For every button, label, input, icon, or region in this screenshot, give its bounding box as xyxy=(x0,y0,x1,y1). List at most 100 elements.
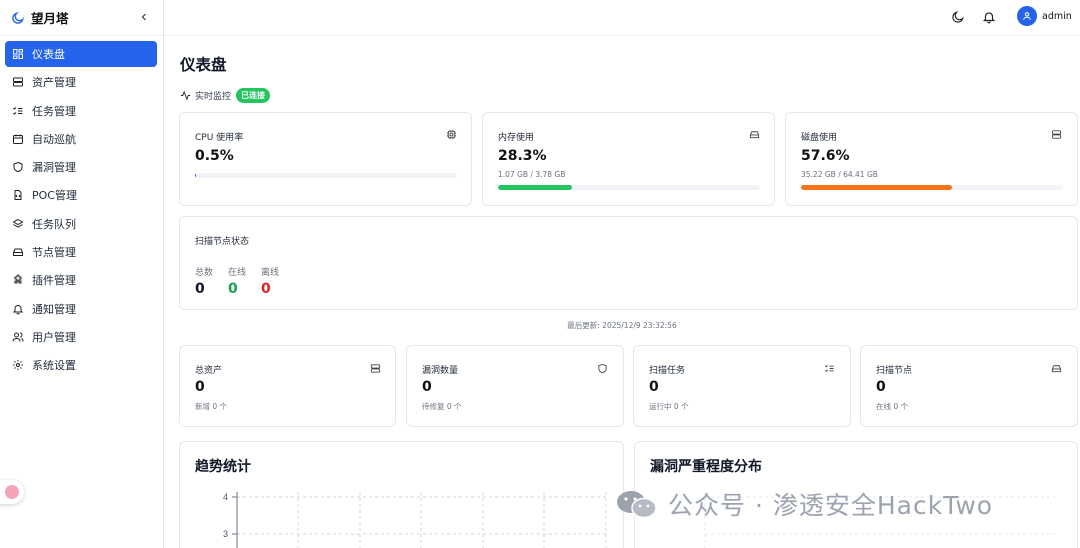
summary-card-tasks[interactable]: 扫描任务 0 运行中 0 个 xyxy=(633,345,851,427)
trend-chart: 4 3 xyxy=(223,492,607,548)
sidebar-item-tasks[interactable]: 任务管理 xyxy=(5,98,157,124)
node-online: 在线 0 xyxy=(228,265,246,297)
sidebar-item-poc[interactable]: POC管理 xyxy=(5,182,157,208)
summary-value: 0 xyxy=(649,379,659,395)
sidebar-item-label: 插件管理 xyxy=(32,274,76,288)
shield-icon xyxy=(598,363,607,374)
memory-progress-fill xyxy=(498,185,573,190)
disk-progress xyxy=(801,185,1063,190)
list-checks-icon xyxy=(825,364,834,372)
summary-label: 漏洞数量 xyxy=(422,366,459,376)
summary-value: 0 xyxy=(195,379,205,395)
avatar[interactable] xyxy=(1017,6,1037,26)
cpu-value: 0.5% xyxy=(195,148,234,164)
node-total-value: 0 xyxy=(195,281,205,297)
sidebar-item-settings[interactable]: 系统设置 xyxy=(5,352,157,378)
wechat-logo-icon xyxy=(617,491,657,519)
sidebar-item-label: 通知管理 xyxy=(32,302,76,316)
memory-detail: 1.07 GB / 3.78 GB xyxy=(498,170,566,179)
sidebar-item-dashboard[interactable]: 仪表盘 xyxy=(5,41,157,67)
users-icon xyxy=(12,332,24,342)
theme-toggle-moon-icon[interactable] xyxy=(951,10,965,24)
list-checks-icon xyxy=(13,106,23,115)
sidebar-item-label: 资产管理 xyxy=(32,76,76,90)
live-monitor: 实时监控 已连接 xyxy=(180,88,271,103)
node-offline-value: 0 xyxy=(261,281,271,297)
node-total-label: 总数 xyxy=(195,268,214,278)
collapse-sidebar-icon[interactable] xyxy=(138,10,150,24)
server-icon xyxy=(13,77,23,87)
last-updated: 最后更新: 2025/12/9 23:32:56 xyxy=(567,321,677,330)
node-offline: 离线 0 xyxy=(261,265,279,297)
top-header: admin xyxy=(164,0,1080,36)
live-label: 实时监控 xyxy=(195,92,232,102)
summary-label: 扫描节点 xyxy=(876,366,913,376)
trend-card: 趋势统计 4 3 xyxy=(179,441,624,548)
sidebar-item-label: 仪表盘 xyxy=(32,48,65,61)
username[interactable]: admin xyxy=(1042,11,1072,22)
summary-label: 总资产 xyxy=(195,366,223,376)
sidebar-item-vulns[interactable]: 漏洞管理 xyxy=(5,154,157,180)
notification-bell-icon[interactable] xyxy=(982,10,996,24)
watermark-text: 公众号 · 渗透安全HackTwo xyxy=(668,491,994,520)
node-online-label: 在线 xyxy=(228,268,247,278)
y-tick-label: 3 xyxy=(223,529,228,539)
node-online-value: 0 xyxy=(228,281,238,297)
memory-card: 内存使用 28.3% 1.07 GB / 3.78 GB xyxy=(482,112,775,206)
watermark: 公众号 · 渗透安全HackTwo xyxy=(616,486,993,522)
hard-drive-icon xyxy=(749,131,760,139)
puzzle-icon xyxy=(14,274,22,284)
sidebar-item-nodes[interactable]: 节点管理 xyxy=(5,239,157,265)
brand: 望月塔 xyxy=(0,0,163,36)
cpu-label: CPU 使用率 xyxy=(195,133,244,143)
disk-value: 57.6% xyxy=(801,148,850,164)
sidebar-item-label: 系统设置 xyxy=(32,359,76,373)
summary-sub: 运行中 0 个 xyxy=(649,402,689,411)
summary-value: 0 xyxy=(422,379,432,395)
summary-sub: 新增 0 个 xyxy=(195,402,228,411)
page-title: 仪表盘 xyxy=(180,56,227,74)
user-icon xyxy=(1023,12,1031,20)
sidebar-item-assets[interactable]: 资产管理 xyxy=(5,69,157,95)
summary-sub: 待修复 0 个 xyxy=(422,402,462,411)
disk-card: 磁盘使用 57.6% 35.22 GB / 64.41 GB xyxy=(785,112,1078,206)
memory-label: 内存使用 xyxy=(498,133,535,143)
file-code-icon xyxy=(14,190,22,201)
y-tick-label: 4 xyxy=(223,492,228,502)
disk-detail: 35.22 GB / 64.41 GB xyxy=(801,170,878,179)
disk-progress-fill xyxy=(801,185,952,190)
dashboard-icon xyxy=(13,49,23,59)
server-icon xyxy=(1051,130,1062,139)
summary-card-vulns[interactable]: 漏洞数量 0 待修复 0 个 xyxy=(406,345,624,427)
floating-assistant-button[interactable] xyxy=(0,480,24,504)
app-name: 望月塔 xyxy=(31,11,69,26)
node-stats: 总数 0 在线 0 离线 0 xyxy=(195,265,279,297)
summary-card-nodes[interactable]: 扫描节点 0 在线 0 个 xyxy=(860,345,1078,427)
sidebar-item-label: 任务管理 xyxy=(32,104,76,118)
sidebar-item-label: 节点管理 xyxy=(32,246,76,260)
sidebar-item-label: 任务队列 xyxy=(32,217,76,231)
layers-icon xyxy=(12,218,24,228)
cpu-progress xyxy=(195,173,457,178)
sidebar-item-label: POC管理 xyxy=(32,189,77,203)
sidebar-item-auto-cruise[interactable]: 自动巡航 xyxy=(5,126,157,152)
bell-icon xyxy=(12,304,24,315)
trend-grid xyxy=(237,492,607,548)
sidebar-item-label: 自动巡航 xyxy=(32,132,76,146)
sidebar-item-notifications[interactable]: 通知管理 xyxy=(5,296,157,322)
app-root: 望月塔 仪表盘 资产管理 任务管理 自动巡航 漏洞管理 POC管理 任务队列 节… xyxy=(0,0,1080,548)
sidebar-item-queue[interactable]: 任务队列 xyxy=(5,211,157,237)
memory-progress xyxy=(498,185,760,190)
hard-drive-icon xyxy=(1051,365,1062,373)
server-icon xyxy=(370,364,381,373)
sidebar-item-plugins[interactable]: 插件管理 xyxy=(5,267,157,293)
moon-logo-icon xyxy=(12,11,25,24)
calendar-icon xyxy=(13,134,23,144)
disk-label: 磁盘使用 xyxy=(801,133,838,143)
shield-icon xyxy=(13,162,23,173)
activity-icon xyxy=(180,90,191,101)
sidebar-item-label: 用户管理 xyxy=(32,330,76,344)
cpu-progress-fill xyxy=(195,173,197,178)
summary-card-assets[interactable]: 总资产 0 新增 0 个 xyxy=(179,345,396,427)
assistant-icon xyxy=(5,485,19,499)
